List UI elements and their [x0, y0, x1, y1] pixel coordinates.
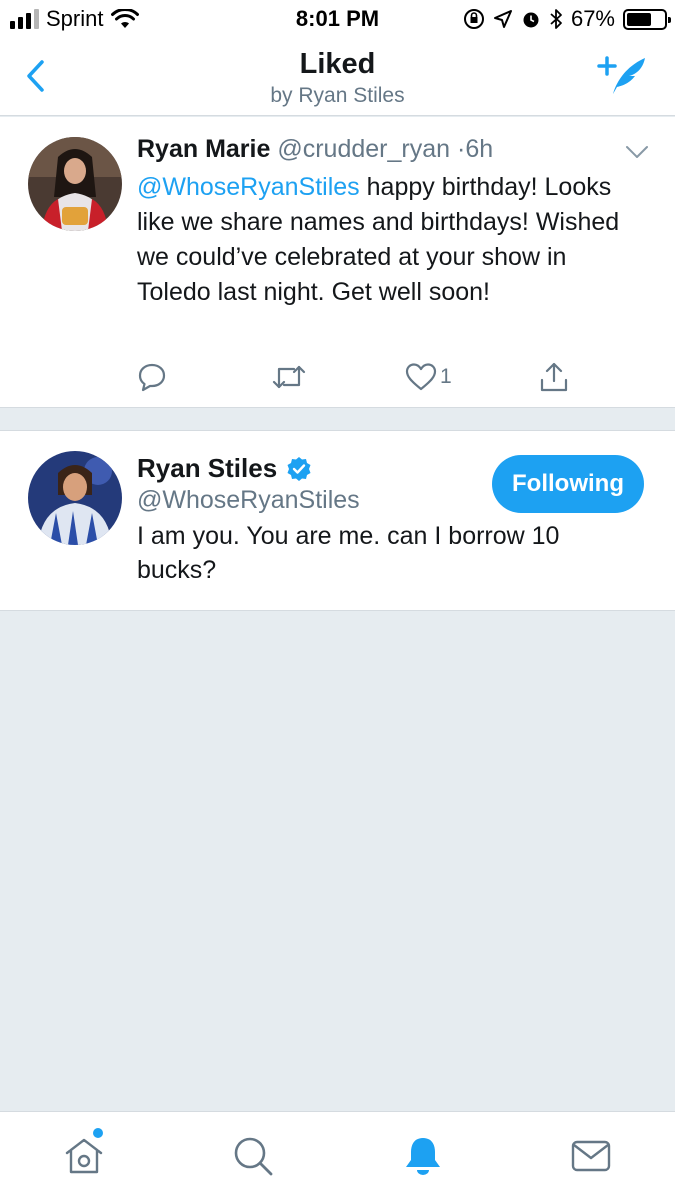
share-button[interactable]: [539, 359, 569, 395]
tweet-actions: 1: [137, 359, 577, 395]
reply-button[interactable]: [137, 359, 167, 395]
verified-badge-icon: [287, 456, 311, 481]
battery-percent: 67%: [570, 6, 615, 31]
chevron-down-icon[interactable]: [625, 145, 649, 159]
location-icon: [493, 10, 512, 28]
following-button[interactable]: Following: [492, 455, 644, 513]
tweet-mention-link[interactable]: @WhoseRyanStiles: [137, 173, 360, 201]
retweet-icon: [272, 365, 306, 389]
like-button[interactable]: 1: [405, 359, 452, 395]
tweet-card[interactable]: Ryan Marie @crudder_ryan ·6h @WhoseRyanS…: [0, 117, 675, 408]
user-bio: I am you. You are me. can I borrow 10 bu…: [137, 522, 560, 584]
alarm-icon: [523, 12, 539, 28]
bluetooth-icon: [550, 9, 562, 29]
page-title: Liked: [299, 48, 376, 80]
tweet-header: Ryan Marie @crudder_ryan ·6h: [137, 135, 493, 164]
avatar-image: [28, 451, 122, 545]
avatar[interactable]: [28, 451, 122, 545]
user-handle[interactable]: @WhoseRyanStiles: [137, 486, 360, 515]
avatar-image: [28, 137, 122, 231]
user-card[interactable]: Ryan Stiles @WhoseRyanStiles I am you. Y…: [0, 430, 675, 611]
mail-icon[interactable]: [569, 1134, 613, 1178]
avatar[interactable]: [28, 137, 122, 231]
status-bar: Sprint 8:01 PM 67%: [0, 0, 675, 38]
bell-icon[interactable]: [401, 1134, 445, 1178]
tweet-author-name[interactable]: Ryan Marie: [137, 135, 270, 163]
like-count: 1: [440, 365, 452, 388]
reply-icon: [138, 363, 166, 392]
status-right: 67%: [463, 6, 671, 32]
heart-icon: [405, 363, 437, 391]
search-icon[interactable]: [231, 1134, 275, 1178]
share-icon: [540, 362, 568, 392]
tweet-time: 6h: [465, 135, 494, 163]
page-subtitle: by Ryan Stiles: [270, 84, 405, 107]
retweet-button[interactable]: [272, 359, 306, 395]
tab-bar: [0, 1111, 675, 1200]
compose-tweet-icon[interactable]: [597, 54, 649, 98]
user-name-row: Ryan Stiles: [137, 453, 312, 484]
tweet-text: @WhoseRyanStiles happy birthday! Looks l…: [137, 170, 637, 310]
orientation-lock-icon: [463, 9, 484, 29]
nav-header: Liked by Ryan Stiles: [0, 38, 675, 116]
notification-dot: [93, 1128, 103, 1138]
tweet-author-handle[interactable]: @crudder_ryan: [277, 135, 450, 163]
battery-icon: [623, 8, 671, 30]
user-name[interactable]: Ryan Stiles: [137, 453, 277, 484]
home-icon[interactable]: [62, 1134, 106, 1178]
